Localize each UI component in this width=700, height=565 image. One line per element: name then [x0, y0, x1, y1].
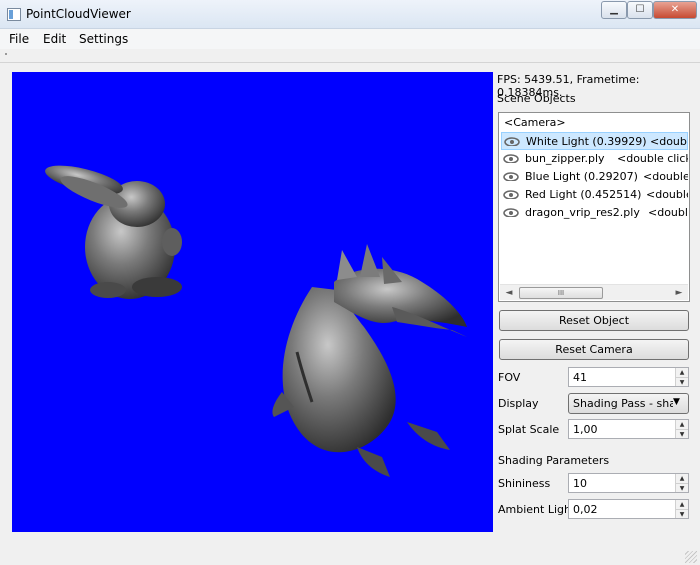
tree-item-hint: <double — [643, 170, 688, 183]
spin-up-arrow-icon[interactable]: ▲ — [675, 500, 688, 509]
tree-item-red-light[interactable]: Red Light (0.452514) <double — [501, 186, 688, 204]
title-bar: PointCloudViewer ▁ ☐ ✕ — [0, 0, 700, 29]
shininess-label: Shininess — [498, 477, 551, 490]
tree-horizontal-scrollbar[interactable]: ◄ III ► — [500, 284, 688, 300]
ambient-light-spinbox[interactable]: 0,02 ▲ ▼ — [568, 499, 689, 519]
ambient-light-label: Ambient Light — [498, 503, 576, 516]
menu-settings[interactable]: Settings — [79, 32, 128, 46]
display-dropdown[interactable]: Shading Pass - shade ▼ — [568, 393, 689, 414]
tree-item-label: White Light (0.39929) — [526, 135, 647, 148]
tree-item-label: Blue Light (0.29207) — [525, 170, 638, 183]
display-label: Display — [498, 397, 539, 410]
window-title: PointCloudViewer — [26, 7, 131, 21]
tree-item-label: Red Light (0.452514) — [525, 188, 642, 201]
spin-down-arrow-icon[interactable]: ▼ — [675, 483, 688, 492]
tree-item-hint: <doub — [650, 135, 687, 148]
spin-down-arrow-icon[interactable]: ▼ — [675, 509, 688, 518]
toolbar-strip — [0, 49, 700, 63]
menu-bar: File Edit Settings — [0, 29, 700, 49]
shininess-spinbox[interactable]: 10 ▲ ▼ — [568, 473, 689, 493]
dragon-model — [272, 244, 467, 477]
tree-item-bun-zipper[interactable]: bun_zipper.ply <double click — [501, 150, 688, 168]
spin-down-arrow-icon[interactable]: ▼ — [675, 429, 688, 438]
minimize-button[interactable]: ▁ — [601, 1, 627, 19]
splat-scale-spinbox[interactable]: 1,00 ▲ ▼ — [568, 419, 689, 439]
reset-object-button[interactable]: Reset Object — [499, 310, 689, 331]
spin-down-arrow-icon[interactable]: ▼ — [675, 377, 688, 386]
scrollbar-thumb[interactable]: III — [519, 287, 603, 299]
tree-item-hint: <doubl — [648, 206, 688, 219]
splat-scale-label: Splat Scale — [498, 423, 560, 436]
reset-camera-button[interactable]: Reset Camera — [499, 339, 689, 360]
visibility-eye-icon[interactable] — [503, 172, 519, 181]
tree-item-hint: <double — [646, 188, 688, 201]
tree-item-label: dragon_vrip_res2.ply — [525, 206, 640, 219]
menu-edit[interactable]: Edit — [43, 32, 66, 46]
tree-item-camera[interactable]: <Camera> — [504, 114, 691, 132]
visibility-eye-icon[interactable] — [503, 190, 519, 199]
tree-item-hint: <double click — [617, 152, 688, 165]
visibility-eye-icon[interactable] — [503, 154, 519, 163]
spin-up-arrow-icon[interactable]: ▲ — [675, 474, 688, 483]
tree-item-dragon[interactable]: dragon_vrip_res2.ply <doubl — [501, 204, 688, 222]
fov-spinbox[interactable]: 41 ▲ ▼ — [568, 367, 689, 387]
visibility-eye-icon[interactable] — [504, 137, 520, 146]
shininess-value[interactable]: 10 — [573, 477, 587, 490]
fov-label: FOV — [498, 371, 521, 384]
app-window-icon — [7, 8, 21, 21]
tree-item-label: <Camera> — [504, 116, 566, 129]
scene-objects-label: Scene Objects — [497, 92, 576, 105]
fov-value[interactable]: 41 — [573, 371, 587, 384]
tree-item-white-light[interactable]: White Light (0.39929) <doub — [501, 132, 688, 150]
render-viewport[interactable] — [12, 72, 493, 532]
shading-parameters-heading: Shading Parameters — [498, 454, 610, 467]
close-button[interactable]: ✕ — [653, 1, 697, 19]
tree-item-blue-light[interactable]: Blue Light (0.29207) <double — [501, 168, 688, 186]
maximize-button[interactable]: ☐ — [627, 1, 653, 19]
spin-up-arrow-icon[interactable]: ▲ — [675, 420, 688, 429]
resize-grip-icon[interactable] — [685, 551, 697, 563]
ambient-light-value[interactable]: 0,02 — [573, 503, 598, 516]
bunny-model — [45, 165, 182, 299]
scene-objects-tree[interactable]: <Camera> White Light (0.39929) <doub bun… — [498, 112, 690, 302]
scroll-left-arrow-icon[interactable]: ◄ — [503, 287, 515, 299]
display-selected-value: Shading Pass - shade — [573, 397, 673, 410]
status-bar — [0, 541, 700, 565]
visibility-eye-icon[interactable] — [503, 208, 519, 217]
splat-scale-value[interactable]: 1,00 — [573, 423, 598, 436]
render-scene — [45, 165, 467, 477]
chevron-down-icon: ▼ — [673, 397, 680, 407]
scroll-right-arrow-icon[interactable]: ► — [673, 287, 685, 299]
tree-item-label: bun_zipper.ply — [525, 152, 605, 165]
menu-file[interactable]: File — [9, 32, 29, 46]
spin-up-arrow-icon[interactable]: ▲ — [675, 368, 688, 377]
